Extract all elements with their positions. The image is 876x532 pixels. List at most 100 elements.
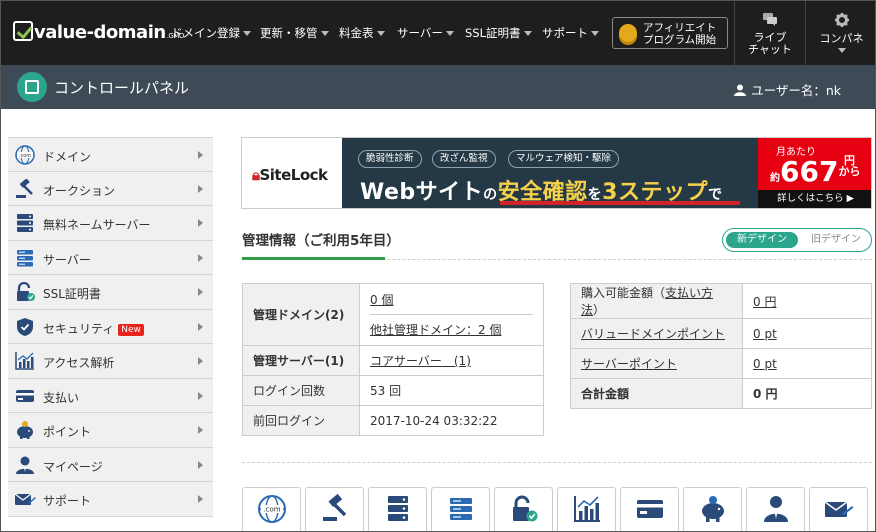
other-domains-link[interactable]: 他社管理ドメイン：2 個 <box>370 323 501 337</box>
mail-icon <box>824 501 854 517</box>
coin-icon <box>619 24 637 42</box>
server-icon <box>450 498 472 520</box>
chevron-down-icon <box>523 31 532 36</box>
sidebar-item-label: 無料ネームサーバー <box>43 218 151 232</box>
banner-cta[interactable]: 詳しくはこちら ▶ <box>758 190 871 208</box>
table-row: 管理サーバー(1) コアサーバー (1) <box>242 345 544 376</box>
sidebar-item-ssl[interactable]: SSL証明書 <box>8 275 213 310</box>
nav-support[interactable]: サポート <box>542 25 599 41</box>
server-points-value-cell: 0 pt <box>742 348 872 379</box>
price-suffix: から <box>838 165 861 178</box>
chevron-right-icon <box>198 184 203 193</box>
quick-server-button[interactable] <box>431 487 490 531</box>
domains-count-link[interactable]: 0 個 <box>370 293 393 307</box>
table-row: バリュードメインポイント 0 pt <box>570 318 872 349</box>
quick-analytics-button[interactable] <box>557 487 616 531</box>
table-row: サーバーポイント 0 pt <box>570 348 872 379</box>
affiliate-button[interactable]: アフィリエイト プログラム開始 <box>612 17 728 49</box>
quick-domain-button[interactable]: .com <box>242 487 301 531</box>
nav-ssl[interactable]: SSL証明書 <box>465 25 532 41</box>
user-icon <box>764 496 788 522</box>
chart-icon <box>574 496 600 522</box>
logo-check-icon <box>13 21 33 41</box>
svg-text:.com: .com <box>19 153 31 159</box>
price-value: 667 <box>780 155 839 188</box>
chevron-right-icon <box>198 253 203 262</box>
chevron-right-icon <box>198 288 203 296</box>
compass-menu-button[interactable]: コンパネ <box>805 1 875 65</box>
section-divider <box>242 462 872 463</box>
lock-icon <box>17 282 35 301</box>
table-row: ログイン回数 53 回 <box>242 375 544 406</box>
user-icon <box>16 456 34 474</box>
table-row: 前回ログイン 2017-10-24 03:32:22 <box>242 405 544 436</box>
quick-support-button[interactable] <box>809 487 868 531</box>
sidebar-item-server[interactable]: サーバー <box>8 240 213 275</box>
toggle-old-design[interactable]: 旧デザイン <box>803 232 869 248</box>
nav-server[interactable]: サーバー <box>397 25 454 41</box>
core-server-link[interactable]: コアサーバー (1) <box>370 354 471 368</box>
chevron-right-icon <box>198 219 203 227</box>
sidebar-item-mypage[interactable]: マイページ <box>8 447 213 482</box>
affiliate-label: アフィリエイト プログラム開始 <box>643 22 716 46</box>
sidebar-item-analytics[interactable]: アクセス解析 <box>8 344 213 379</box>
quick-auction-button[interactable] <box>305 487 364 531</box>
servers-label: 管理サーバー(1) <box>242 345 360 376</box>
vd-points-value-link[interactable]: 0 pt <box>753 327 777 341</box>
chevron-down-icon <box>376 31 385 36</box>
card-icon <box>16 389 34 402</box>
new-badge: New <box>118 323 144 336</box>
price-unit: 円から <box>838 155 860 177</box>
server-stack-icon <box>388 496 408 521</box>
quick-points-button[interactable] <box>683 487 742 531</box>
chevron-right-icon <box>198 151 203 159</box>
headline-underline <box>500 201 740 205</box>
sidebar-item-label: SSL証明書 <box>43 287 101 301</box>
gear-icon <box>806 13 875 30</box>
vd-points-link[interactable]: バリュードメインポイント <box>581 327 725 341</box>
affiliate-line1: アフィリエイト <box>643 22 717 34</box>
user-icon <box>734 84 747 96</box>
sidebar-item-points[interactable]: ポイント <box>8 413 213 448</box>
banner-pill: 脆弱性診断 <box>358 150 422 168</box>
purchasable-value-link[interactable]: 0 円 <box>753 295 776 309</box>
compass-label: コンパネ <box>819 32 864 45</box>
live-chat-button[interactable]: ライブ チャット <box>734 1 805 65</box>
sidebar-item-support[interactable]: サポート <box>8 482 213 517</box>
quick-ssl-button[interactable] <box>494 487 553 531</box>
nav-renew-transfer[interactable]: 更新・移管 <box>260 25 329 41</box>
domains-value-cell: 0 個 他社管理ドメイン：2 個 <box>359 283 544 346</box>
sidebar-item-label: セキュリティ New <box>43 320 144 337</box>
sitelock-banner[interactable]: 🔒︎SiteLock 脆弱性診断 改ざん監視 マルウェア検知・駆除 Webサイト… <box>241 137 872 209</box>
quick-nameserver-button[interactable] <box>368 487 427 531</box>
sidebar-item-payment[interactable]: 支払い <box>8 378 213 413</box>
chevron-right-icon <box>198 357 203 365</box>
server-points-value-link[interactable]: 0 pt <box>753 357 777 371</box>
chevron-right-icon <box>198 391 203 400</box>
quick-payment-button[interactable] <box>620 487 679 531</box>
price: 約667 円から <box>770 155 860 193</box>
chevron-down-icon <box>445 31 454 36</box>
chart-icon <box>15 352 34 370</box>
nav-pricing[interactable]: 料金表 <box>339 25 385 41</box>
nav-domain-register[interactable]: ドメイン登録 <box>171 25 251 41</box>
sidebar-item-security[interactable]: セキュリティ New <box>8 309 213 344</box>
piggy-bank-icon <box>17 421 33 439</box>
logo[interactable]: value-domain.GMO <box>13 21 184 43</box>
servers-value-cell: コアサーバー (1) <box>359 345 544 376</box>
purchasable-text: 購入可能金額（ <box>581 286 666 300</box>
sitelock-brand-text: SiteLock <box>259 166 328 184</box>
server-points-link[interactable]: サーバーポイント <box>581 357 677 371</box>
toggle-new-design[interactable]: 新デザイン <box>726 232 798 248</box>
sidebar-item-domain[interactable]: .com ドメイン <box>8 137 213 172</box>
design-toggle[interactable]: 新デザイン 旧デザイン <box>722 228 872 252</box>
sidebar-item-auction[interactable]: オークション <box>8 171 213 206</box>
sidebar-item-nameserver[interactable]: 無料ネームサーバー <box>8 206 213 241</box>
nav-label: SSL証明書 <box>465 26 521 40</box>
page-title: コントロールパネル <box>54 79 190 97</box>
quick-mypage-button[interactable] <box>746 487 805 531</box>
price-approx: 約 <box>770 173 780 184</box>
banner-pill: 改ざん監視 <box>432 150 496 168</box>
domains-other-row: 他社管理ドメイン：2 個 <box>360 315 543 345</box>
login-count-label: ログイン回数 <box>242 375 360 406</box>
